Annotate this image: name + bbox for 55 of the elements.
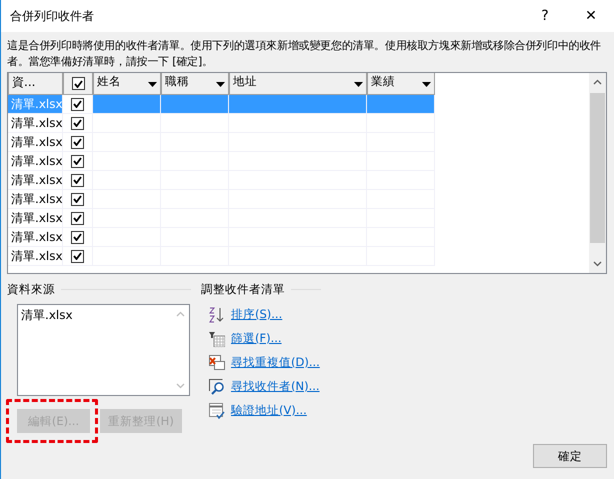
action-link[interactable]: 尋找重複值(D)...: [231, 355, 320, 370]
table-cell: 清單.xlsx: [8, 209, 63, 228]
table-cell: 清單.xlsx: [8, 247, 63, 266]
dropdown-arrow-icon[interactable]: [148, 82, 157, 87]
action-link[interactable]: 篩選(F)...: [231, 331, 282, 346]
filter-icon: [209, 330, 225, 346]
column-header[interactable]: 職稱: [161, 73, 229, 95]
column-header[interactable]: 姓名: [93, 73, 161, 95]
row-checkbox[interactable]: [71, 116, 84, 130]
checked-grid-icon: [209, 402, 225, 418]
close-button[interactable]: ✕: [568, 0, 614, 32]
help-button[interactable]: ?: [522, 0, 568, 32]
table-cell: [367, 95, 435, 114]
data-source-list[interactable]: 清單.xlsx: [17, 304, 190, 396]
scroll-down-icon[interactable]: [593, 261, 602, 267]
dropdown-arrow-icon[interactable]: [354, 82, 363, 87]
action-link[interactable]: 排序(S)...: [231, 307, 282, 322]
column-header[interactable]: 地址: [229, 73, 367, 95]
group-heading: 資料來源: [7, 282, 55, 297]
group-heading: 調整收件者清單: [201, 282, 285, 297]
table-cell: [161, 95, 229, 114]
sort-icon: [209, 306, 225, 322]
table-cell: 清單.xlsx: [8, 190, 63, 209]
vertical-scrollbar[interactable]: [589, 73, 606, 273]
table-cell: 清單.xlsx: [8, 152, 63, 171]
column-header[interactable]: [63, 73, 93, 95]
table-cell: 清單.xlsx: [8, 95, 63, 114]
row-checkbox[interactable]: [71, 98, 84, 110]
row-checkbox[interactable]: [71, 154, 84, 168]
table-cell: [161, 114, 229, 133]
duplicate-cards-icon: [209, 354, 225, 370]
column-header[interactable]: 資...: [8, 73, 63, 95]
description-text: 這是合併列印時將使用的收件者清單。使用下列的選項來新增或變更您的清單。使用核取方塊來新增或移除合併列印中的收件者。當您準備好清單時，請按一下 [確定]。: [7, 38, 602, 70]
window-title: 合併列印收件者: [10, 8, 95, 24]
list-item[interactable]: 清單.xlsx: [21, 307, 169, 324]
table-cell: 清單.xlsx: [8, 171, 63, 190]
action-link[interactable]: 尋找收件者(N)...: [231, 379, 320, 394]
row-checkbox[interactable]: [71, 174, 84, 186]
dropdown-arrow-icon[interactable]: [422, 82, 431, 87]
row-checkbox[interactable]: [71, 192, 84, 206]
row-checkbox[interactable]: [71, 136, 84, 148]
table-cell: [367, 114, 435, 133]
table-cell: 清單.xlsx: [8, 228, 63, 247]
action-link[interactable]: 驗證地址(V)...: [231, 403, 307, 418]
row-checkbox[interactable]: [71, 212, 84, 224]
column-header[interactable]: 業績: [367, 73, 435, 95]
scroll-up-icon[interactable]: [593, 79, 602, 85]
ok-button[interactable]: 確定: [533, 444, 607, 468]
table-cell: 清單.xlsx: [8, 114, 63, 133]
dropdown-arrow-icon[interactable]: [216, 82, 225, 87]
search-icon: [209, 378, 225, 394]
row-checkbox[interactable]: [71, 250, 84, 262]
select-all-checkbox[interactable]: [72, 77, 84, 90]
table-cell: 清單.xlsx: [8, 133, 63, 152]
row-checkbox[interactable]: [71, 230, 84, 244]
